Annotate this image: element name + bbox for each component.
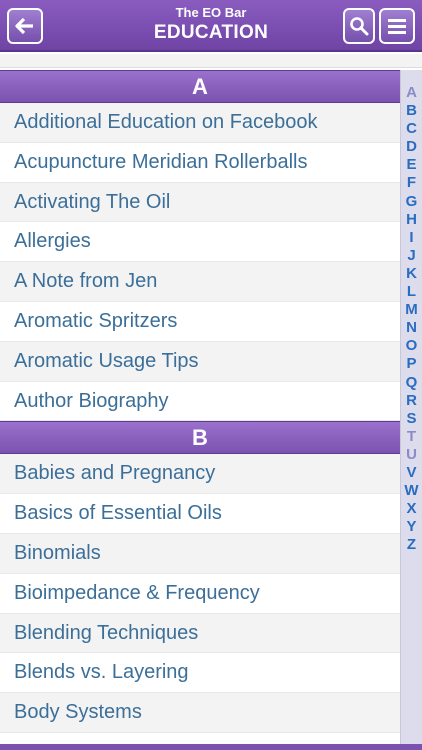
index-letter-a[interactable]: A (401, 84, 422, 102)
search-icon (350, 17, 369, 36)
section-header-a: A (0, 70, 400, 103)
page-title: EDUCATION (153, 22, 269, 43)
list-item[interactable]: Activating The Oil (0, 182, 400, 223)
index-letter-q[interactable]: Q (401, 374, 422, 392)
index-letter-p[interactable]: P (401, 355, 422, 373)
index-letter-k[interactable]: K (401, 265, 422, 283)
index-letter-y[interactable]: Y (401, 518, 422, 536)
index-letter-b[interactable]: B (401, 102, 422, 120)
list-item[interactable]: A Note from Jen (0, 262, 400, 302)
index-letter-c[interactable]: C (401, 120, 422, 138)
hamburger-menu-icon (388, 19, 406, 34)
back-button[interactable] (7, 8, 43, 44)
index-letter-d[interactable]: D (401, 138, 422, 156)
index-letter-f[interactable]: F (401, 174, 422, 192)
list-item[interactable]: Allergies (0, 222, 400, 263)
section-header-b: B (0, 421, 400, 455)
index-letter-v[interactable]: V (401, 464, 422, 482)
index-letter-n[interactable]: N (401, 319, 422, 337)
list-item[interactable]: Author Biography (0, 381, 400, 422)
index-letter-g[interactable]: G (401, 193, 422, 211)
list-item[interactable]: Aromatic Spritzers (0, 301, 400, 342)
search-button[interactable] (343, 8, 375, 44)
list-item[interactable]: Blending Techniques (0, 613, 400, 654)
index-letter-s[interactable]: S (401, 410, 422, 428)
index-letter-z[interactable]: Z (401, 536, 422, 554)
index-letter-m[interactable]: M (401, 301, 422, 319)
index-letter-u[interactable]: U (401, 446, 422, 464)
list-item[interactable]: Bioimpedance & Frequency (0, 573, 400, 614)
index-letter-w[interactable]: W (401, 482, 422, 500)
index-letter-r[interactable]: R (401, 392, 422, 410)
title-block: The EO Bar EDUCATION (90, 5, 332, 45)
index-letter-e[interactable]: E (401, 156, 422, 174)
separator-bar (0, 54, 422, 68)
list-item[interactable]: Basics of Essential Oils (0, 494, 400, 534)
list-item[interactable]: Binomials (0, 533, 400, 574)
index-letter-l[interactable]: L (401, 283, 422, 301)
index-letter-i[interactable]: I (401, 229, 422, 247)
list-item[interactable]: Blends vs. Layering (0, 653, 400, 694)
list-item[interactable]: Babies and Pregnancy (0, 454, 400, 495)
index-letter-t[interactable]: T (401, 428, 422, 446)
arrow-left-icon (15, 17, 33, 35)
index-letter-h[interactable]: H (401, 211, 422, 229)
list-item[interactable]: Acupuncture Meridian Rollerballs (0, 142, 400, 183)
menu-button[interactable] (379, 8, 415, 44)
education-list: A Additional Education on Facebook Acupu… (0, 70, 400, 750)
app-name: The EO Bar (175, 5, 247, 20)
next-section-edge (0, 744, 422, 750)
list-item[interactable]: Additional Education on Facebook (0, 103, 400, 143)
list-item[interactable]: Body Systems (0, 693, 400, 733)
alphabet-index[interactable]: A B C D E F G H I J K L M N O P Q R S T … (400, 70, 422, 750)
top-navigation-bar: The EO Bar EDUCATION (0, 0, 422, 52)
index-letter-x[interactable]: X (401, 500, 422, 518)
list-item[interactable]: Aromatic Usage Tips (0, 341, 400, 382)
index-letter-j[interactable]: J (401, 247, 422, 265)
index-letter-o[interactable]: O (401, 337, 422, 355)
